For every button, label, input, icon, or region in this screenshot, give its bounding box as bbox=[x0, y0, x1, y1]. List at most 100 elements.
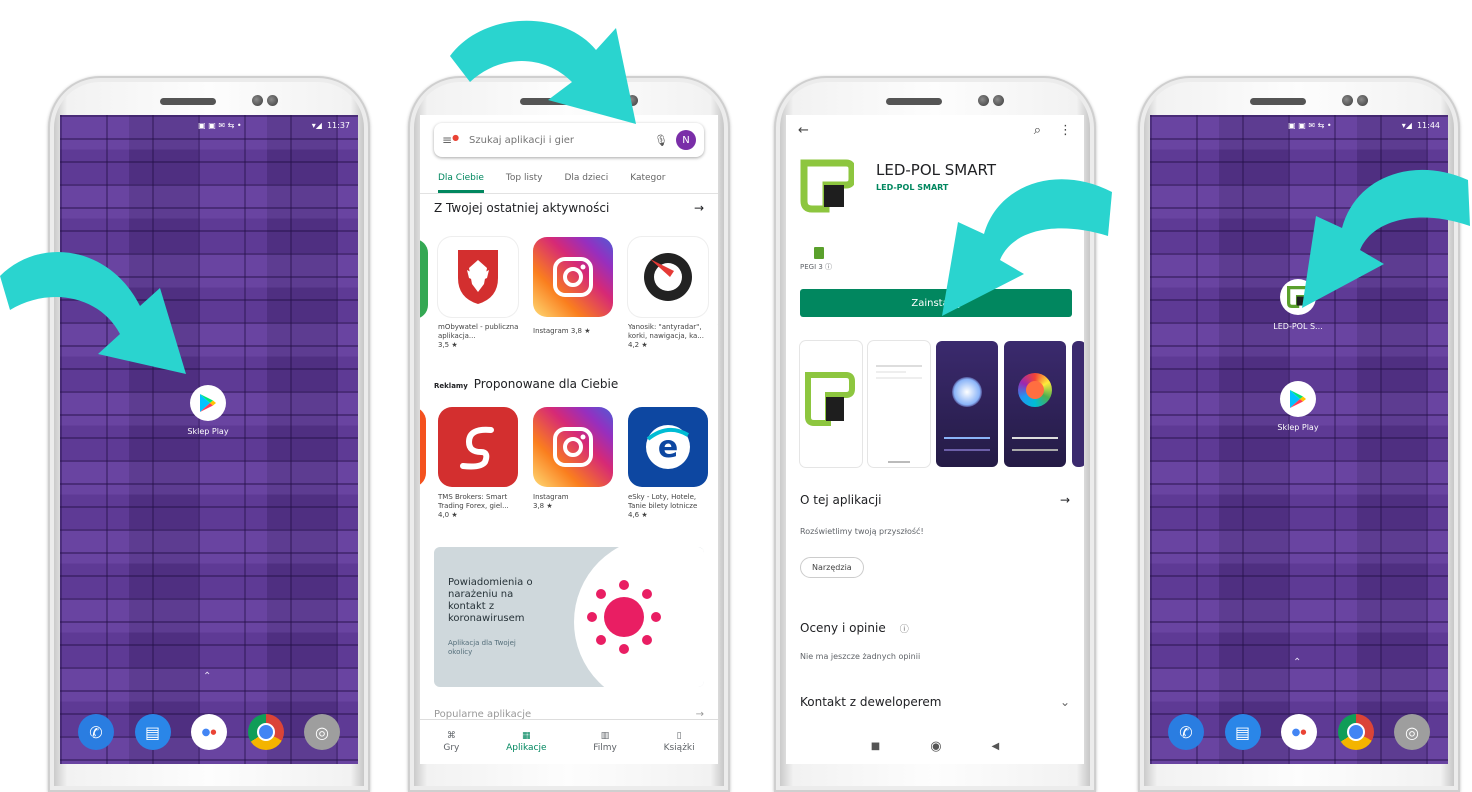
phone-icon[interactable]: ✆ bbox=[78, 714, 114, 750]
chevron-down-icon[interactable]: ⌄ bbox=[1060, 695, 1070, 709]
front-sensor bbox=[1357, 95, 1368, 106]
arrow-right-icon[interactable]: → bbox=[1060, 493, 1070, 507]
camera-icon[interactable]: ◎ bbox=[304, 714, 340, 750]
messages-icon[interactable]: ▤ bbox=[1224, 714, 1261, 750]
phone-icon[interactable]: ✆ bbox=[1168, 714, 1204, 750]
tms-brokers-icon[interactable] bbox=[438, 407, 518, 487]
app-tile-partial[interactable] bbox=[420, 239, 428, 319]
speaker-grille bbox=[886, 98, 942, 105]
arrow-right-icon[interactable]: → bbox=[694, 201, 704, 215]
phone-chin bbox=[408, 764, 730, 792]
pegi-rating[interactable]: PEGI 3 ⓘ bbox=[800, 262, 832, 272]
tab-for-you[interactable]: Dla Ciebie bbox=[438, 169, 484, 193]
phone-chin bbox=[1138, 764, 1460, 792]
back-arrow-icon[interactable]: ← bbox=[798, 123, 809, 138]
banner-title: Powiadomienia o narażeniu na kontakt z k… bbox=[448, 577, 533, 624]
menu-icon[interactable]: ≡● bbox=[442, 133, 459, 147]
tab-categories[interactable]: Kategor bbox=[630, 169, 665, 193]
app-caption: Instagram 3,8 ★ bbox=[533, 327, 591, 335]
more-vert-icon[interactable]: ⋮ bbox=[1059, 123, 1072, 138]
front-camera bbox=[252, 95, 263, 106]
instagram-icon[interactable] bbox=[533, 237, 613, 317]
assistant-icon[interactable]: ● ● bbox=[1281, 714, 1317, 750]
teal-arrow-2 bbox=[450, 20, 636, 124]
section-title: Z Twojej ostatniej aktywności bbox=[434, 201, 610, 215]
esky-icon[interactable]: e bbox=[628, 407, 708, 487]
notification-icons: ▣ ▣ ✉ ⇆ • bbox=[1288, 120, 1332, 130]
suggested-header: Reklamy Proponowane dla Ciebie bbox=[434, 377, 704, 391]
app-caption: Yanosik: "antyradar", korki, nawigacja, … bbox=[628, 323, 704, 349]
instagram-icon[interactable] bbox=[533, 407, 613, 487]
clock: 11:44 bbox=[1416, 120, 1440, 130]
search-icon[interactable]: ⌕ bbox=[1034, 123, 1041, 138]
contact-title: Kontakt z deweloperem bbox=[800, 695, 942, 709]
play-store-icon[interactable] bbox=[1280, 381, 1316, 417]
tab-kids[interactable]: Dla dzieci bbox=[564, 169, 608, 193]
app-drawer-chevron-icon[interactable]: ⌃ bbox=[1293, 657, 1301, 668]
messages-icon[interactable]: ▤ bbox=[134, 714, 171, 750]
screenshot-2[interactable] bbox=[868, 341, 930, 467]
ledpol-home-label: LED-POL S... bbox=[1273, 322, 1323, 331]
phone-chin bbox=[48, 764, 370, 792]
info-icon[interactable]: ⓘ bbox=[900, 622, 909, 635]
nav-games[interactable]: ⌘ Gry bbox=[443, 731, 459, 753]
home-screen: ▣ ▣ ✉ ⇆ • ▾◢ 11:37 Sklep Play ⌃ ✆ ▤ ● ● ◎ bbox=[60, 115, 358, 764]
app-tile-partial[interactable] bbox=[420, 407, 426, 487]
chrome-icon[interactable] bbox=[1337, 714, 1374, 750]
app-caption: eSky - Loty, Hotele, Tanie bilety lotnic… bbox=[628, 493, 698, 519]
yanosik-icon[interactable] bbox=[628, 237, 708, 317]
recent-activity-header[interactable]: Z Twojej ostatniej aktywności → bbox=[434, 201, 704, 215]
status-bar: ▣ ▣ ✉ ⇆ • ▾◢ 11:44 bbox=[1150, 115, 1448, 135]
screenshot-4[interactable] bbox=[1004, 341, 1066, 467]
chrome-icon[interactable] bbox=[247, 714, 284, 750]
clock: 11:37 bbox=[326, 120, 350, 130]
category-tabs: Dla Ciebie Top listy Dla dzieci Kategor bbox=[420, 169, 718, 194]
front-camera bbox=[978, 95, 989, 106]
phone-1: ▣ ▣ ✉ ⇆ • ▾◢ 11:37 Sklep Play ⌃ ✆ ▤ ● ● ◎ bbox=[48, 76, 370, 792]
app-drawer-chevron-icon[interactable]: ⌃ bbox=[203, 671, 211, 682]
nav-apps[interactable]: ▦ Aplikacje bbox=[506, 731, 546, 753]
signal-icon: ▾◢ bbox=[311, 120, 322, 130]
mobywatel-icon[interactable] bbox=[438, 237, 518, 317]
home-button-icon[interactable]: ◉ bbox=[930, 739, 941, 754]
app-header: ← ⌕ ⋮ bbox=[786, 115, 1084, 145]
speaker-grille bbox=[160, 98, 216, 105]
nav-movies[interactable]: ▥ Filmy bbox=[593, 731, 617, 753]
app-caption: Instagram 3,8 ★ bbox=[533, 493, 569, 510]
apps-grid-icon: ▦ bbox=[522, 731, 531, 741]
mic-icon[interactable]: 🎙 bbox=[654, 134, 668, 147]
contact-row[interactable]: Kontakt z deweloperem ⌄ bbox=[800, 695, 1070, 709]
recents-icon[interactable]: ■ bbox=[871, 741, 880, 752]
front-sensor bbox=[267, 95, 278, 106]
avatar[interactable]: N bbox=[676, 130, 696, 150]
phone-chin bbox=[774, 764, 1096, 792]
about-row[interactable]: O tej aplikacji → bbox=[800, 493, 1070, 507]
nav-books[interactable]: ▯ Książki bbox=[664, 731, 695, 753]
dock: ✆ ▤ ● ● ◎ bbox=[1160, 710, 1438, 754]
book-icon: ▯ bbox=[676, 731, 682, 741]
teal-arrow-1 bbox=[0, 252, 186, 374]
status-bar: ▣ ▣ ✉ ⇆ • ▾◢ 11:37 bbox=[60, 115, 358, 135]
dock: ✆ ▤ ● ● ◎ bbox=[70, 710, 348, 754]
app-caption: TMS Brokers: Smart Trading Forex, giel..… bbox=[438, 493, 509, 519]
front-sensor bbox=[993, 95, 1004, 106]
tab-top-charts[interactable]: Top listy bbox=[506, 169, 543, 193]
play-store-screen: ≡● 🎙 N Dla Ciebie Top listy Dla dzieci K… bbox=[420, 115, 718, 764]
teal-arrow-4 bbox=[1302, 169, 1470, 308]
teal-arrow-3 bbox=[942, 179, 1112, 316]
back-icon[interactable]: ◀ bbox=[992, 741, 1000, 752]
screenshot-3[interactable] bbox=[936, 341, 998, 467]
screenshot-1[interactable] bbox=[800, 341, 862, 467]
camera-icon[interactable]: ◎ bbox=[1394, 714, 1430, 750]
screenshot-5[interactable] bbox=[1072, 341, 1084, 467]
category-chip[interactable]: Narzędzia bbox=[800, 557, 864, 578]
assistant-icon[interactable]: ● ● bbox=[191, 714, 227, 750]
covid-banner[interactable]: Powiadomienia o narażeniu na kontakt z k… bbox=[434, 547, 704, 687]
ratings-row: Oceny i opinie ⓘ bbox=[800, 621, 1070, 635]
signal-icon: ▾◢ bbox=[1401, 120, 1412, 130]
svg-text:e: e bbox=[658, 430, 678, 465]
search-input[interactable] bbox=[467, 133, 647, 147]
play-store-icon[interactable] bbox=[190, 385, 226, 421]
ads-tag: Reklamy bbox=[434, 382, 468, 390]
about-title: O tej aplikacji bbox=[800, 493, 882, 507]
